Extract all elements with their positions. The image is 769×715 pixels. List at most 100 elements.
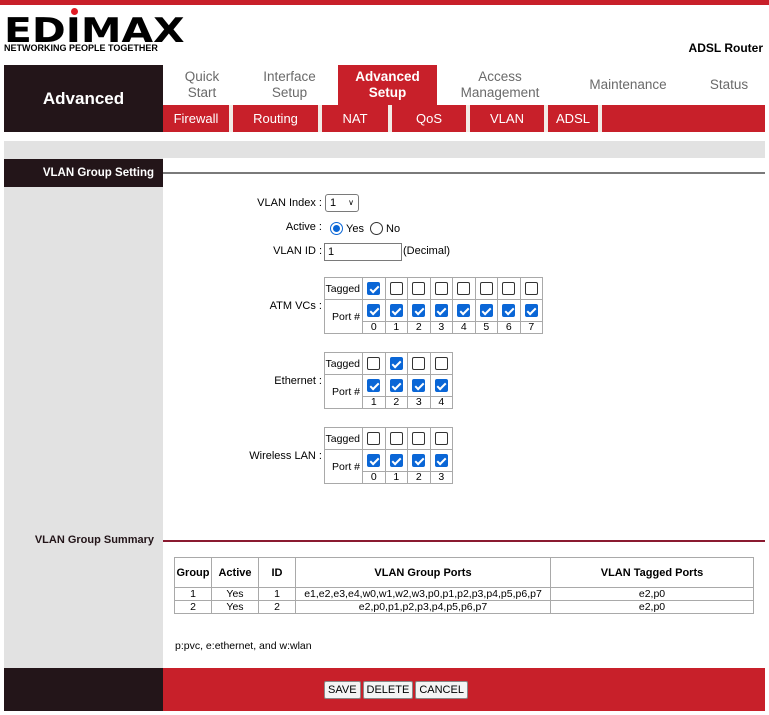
column-header: VLAN Tagged Ports: [550, 557, 754, 588]
active-yes-label: Yes: [346, 223, 364, 235]
tab-status[interactable]: Status: [693, 65, 765, 105]
cancel-button[interactable]: CANCEL: [415, 681, 468, 699]
port-label: Port #: [324, 299, 363, 334]
section-divider: [163, 540, 765, 542]
sidebar: [4, 158, 163, 668]
atm-port-checkbox[interactable]: [434, 304, 448, 317]
wireless-port-checkbox[interactable]: [412, 454, 426, 467]
atm-tagged-checkbox[interactable]: [412, 282, 426, 295]
subtab-adsl[interactable]: ADSL: [548, 105, 602, 132]
top-accent-bar: [0, 0, 769, 5]
subtab-qos[interactable]: QoS: [392, 105, 470, 132]
cell-group: 2: [174, 600, 212, 614]
tab-advanced-setup[interactable]: Advanced Setup: [338, 65, 437, 105]
sub-nav: Firewall Routing NAT QoS VLAN ADSL: [163, 105, 765, 132]
atm-vcs-label: ATM VCs :: [269, 300, 322, 312]
logo-dot-icon: [71, 8, 78, 15]
column-header: VLAN Group Ports: [295, 557, 551, 588]
vlan-id-input[interactable]: 1: [324, 243, 402, 261]
atm-port-checkbox[interactable]: [502, 304, 516, 317]
ethernet-tagged-checkbox[interactable]: [412, 357, 426, 370]
ethernet-tagged-checkbox[interactable]: [389, 357, 403, 370]
cell-id: 2: [258, 600, 296, 614]
tab-quick-start[interactable]: Quick Start: [163, 65, 241, 105]
wireless-port-checkbox[interactable]: [367, 454, 381, 467]
vlan-summary-table: Group Active ID VLAN Group Ports VLAN Ta…: [174, 557, 754, 614]
cell-tagged-ports: e2,p0: [550, 600, 754, 614]
vlan-index-value: 1: [330, 197, 337, 209]
table-row: 2 Yes 2 e2,p0,p1,p2,p3,p4,p5,p6,p7 e2,p0: [174, 600, 754, 614]
vlan-index-label: VLAN Index :: [257, 197, 322, 209]
atm-tagged-checkbox[interactable]: [367, 282, 381, 295]
port-number: 0: [362, 321, 386, 334]
active-label: Active :: [285, 221, 322, 233]
tagged-label: Tagged: [324, 277, 363, 300]
cell-active: Yes: [211, 600, 259, 614]
column-header: Group: [174, 557, 212, 588]
nav-section-title: Advanced: [4, 65, 163, 132]
product-name: ADSL Router: [688, 41, 763, 55]
save-button[interactable]: SAVE: [324, 681, 361, 699]
tab-maintenance[interactable]: Maintenance: [563, 65, 693, 105]
wireless-tagged-checkbox[interactable]: [367, 432, 381, 445]
vlan-id-hint: (Decimal): [403, 245, 451, 257]
atm-tagged-checkbox[interactable]: [524, 282, 538, 295]
active-yes-radio[interactable]: [330, 222, 343, 235]
atm-port-checkbox[interactable]: [479, 304, 493, 317]
ethernet-tagged-checkbox[interactable]: [434, 357, 448, 370]
tab-interface-setup[interactable]: Interface Setup: [241, 65, 338, 105]
atm-port-checkbox[interactable]: [524, 304, 538, 317]
ethernet-port-checkbox[interactable]: [367, 379, 381, 392]
logo-tagline: NETWORKING PEOPLE TOGETHER: [4, 43, 158, 53]
atm-tagged-checkbox[interactable]: [434, 282, 448, 295]
atm-tagged-checkbox[interactable]: [457, 282, 471, 295]
active-no-radio[interactable]: [370, 222, 383, 235]
section-divider: [163, 172, 765, 174]
atm-tagged-checkbox[interactable]: [502, 282, 516, 295]
port-number: 5: [474, 321, 498, 334]
port-number: 2: [407, 471, 431, 484]
wireless-port-checkbox[interactable]: [434, 454, 448, 467]
vlan-id-label: VLAN ID :: [273, 245, 322, 257]
tab-access-management[interactable]: Access Management: [437, 65, 563, 105]
port-number: 4: [452, 321, 476, 334]
delete-button[interactable]: DELETE: [362, 681, 414, 699]
wireless-lan-label: Wireless LAN :: [249, 450, 322, 462]
vlan-index-select[interactable]: 1 ∨: [325, 194, 359, 212]
cell-active: Yes: [211, 587, 259, 601]
subtab-firewall[interactable]: Firewall: [163, 105, 233, 132]
port-number: 2: [407, 321, 431, 334]
ethernet-port-checkbox[interactable]: [389, 379, 403, 392]
spacer-bar: [4, 141, 765, 158]
main-nav: Quick Start Interface Setup Advanced Set…: [163, 65, 765, 105]
tagged-label: Tagged: [324, 352, 363, 375]
atm-port-checkbox[interactable]: [367, 304, 381, 317]
subtab-routing[interactable]: Routing: [233, 105, 322, 132]
ethernet-ports-table: Tagged Port # 1 2 3 4: [324, 352, 453, 409]
subtab-vlan[interactable]: VLAN: [470, 105, 548, 132]
ethernet-tagged-checkbox[interactable]: [367, 357, 381, 370]
port-number: 1: [384, 321, 408, 334]
atm-tagged-checkbox[interactable]: [389, 282, 403, 295]
atm-port-checkbox[interactable]: [457, 304, 471, 317]
wireless-tagged-checkbox[interactable]: [434, 432, 448, 445]
atm-port-checkbox[interactable]: [389, 304, 403, 317]
vlan-group-setting-heading: VLAN Group Setting: [4, 159, 163, 187]
wireless-ports-table: Tagged Port # 0 1 2 3: [324, 427, 453, 484]
footer-dark-block: [4, 668, 163, 711]
atm-port-checkbox[interactable]: [412, 304, 426, 317]
port-number: 1: [362, 396, 386, 409]
wireless-tagged-checkbox[interactable]: [412, 432, 426, 445]
column-header: Active: [211, 557, 259, 588]
ethernet-port-checkbox[interactable]: [412, 379, 426, 392]
wireless-tagged-checkbox[interactable]: [389, 432, 403, 445]
vlan-group-summary-heading: VLAN Group Summary: [34, 534, 154, 546]
subtab-nat[interactable]: NAT: [322, 105, 392, 132]
ethernet-port-checkbox[interactable]: [434, 379, 448, 392]
atm-tagged-checkbox[interactable]: [479, 282, 493, 295]
port-type-legend: p:pvc, e:ethernet, and w:wlan: [175, 640, 312, 652]
active-no-label: No: [386, 223, 401, 235]
chevron-down-icon: ∨: [348, 198, 354, 207]
table-header-row: Group Active ID VLAN Group Ports VLAN Ta…: [174, 557, 754, 588]
wireless-port-checkbox[interactable]: [389, 454, 403, 467]
